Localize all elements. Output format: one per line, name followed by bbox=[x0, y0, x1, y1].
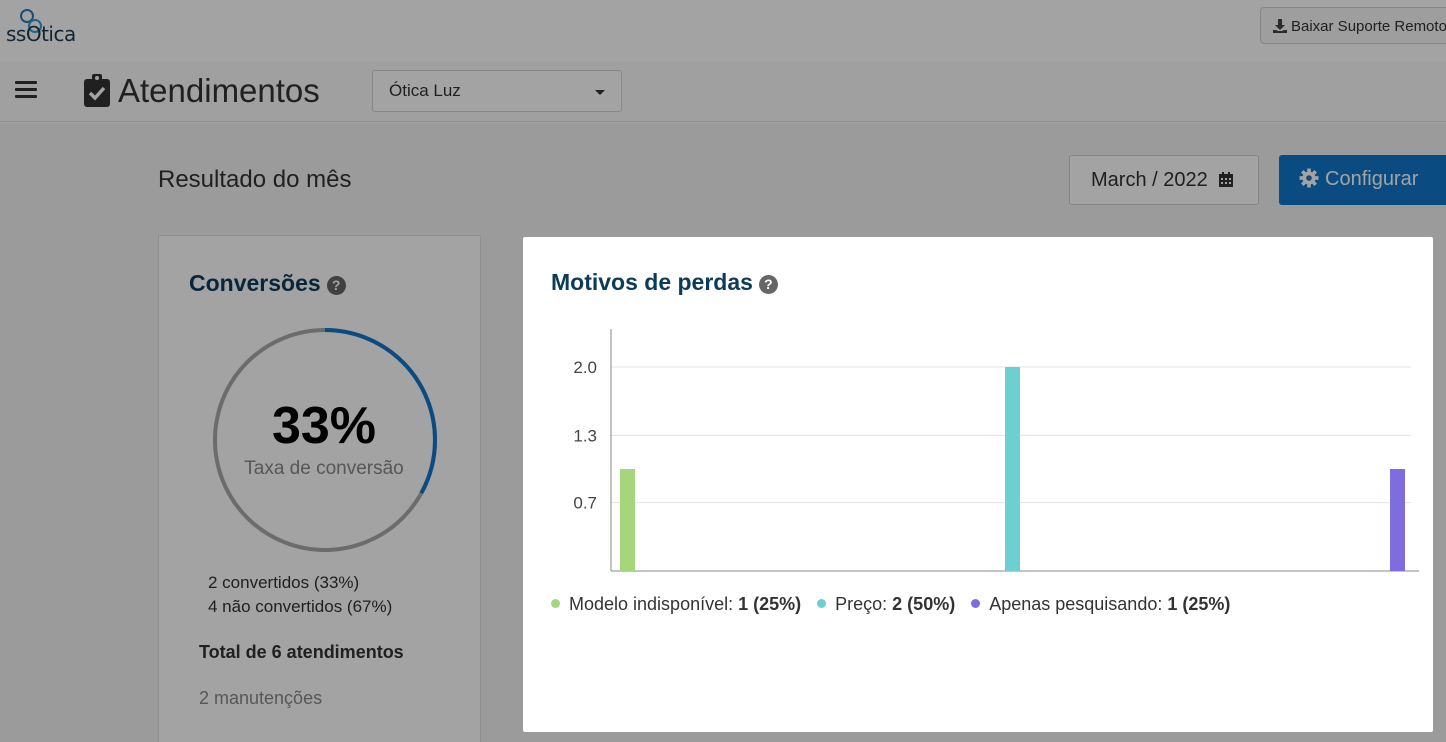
legend-label: Apenas pesquisando: bbox=[989, 594, 1168, 614]
legend-value: 1 (25%) bbox=[738, 594, 802, 614]
legend-label: Preço: bbox=[835, 594, 893, 614]
y-tick-label: 0.7 bbox=[573, 494, 597, 513]
legend-item[interactable]: Preço: 2 (50%) bbox=[817, 594, 955, 615]
legend-label: Modelo indisponível: bbox=[569, 594, 739, 614]
y-tick-label: 2.0 bbox=[573, 358, 597, 377]
bar-2 bbox=[1005, 367, 1020, 571]
chart-legend: Modelo indisponível: 1 (25%) Preço: 2 (50… bbox=[551, 594, 1246, 615]
bar-1 bbox=[620, 469, 635, 571]
legend-value: 2 (50%) bbox=[892, 594, 956, 614]
legend-dot-icon bbox=[817, 599, 827, 608]
legend-item[interactable]: Modelo indisponível: 1 (25%) bbox=[551, 594, 801, 615]
legend-dot-icon bbox=[551, 599, 560, 608]
y-tick-label: 1.3 bbox=[573, 426, 597, 445]
legend-item[interactable]: Apenas pesquisando: 1 (25%) bbox=[971, 594, 1230, 615]
legend-value: 1 (25%) bbox=[1167, 594, 1231, 614]
loss-reasons-chart: 2.0 1.3 0.7 bbox=[573, 329, 1419, 572]
legend-dot-icon bbox=[971, 599, 981, 608]
bar-3 bbox=[1390, 469, 1405, 571]
loss-reasons-card: Motivos de perdas? 2.0 1.3 0.7 Modelo indi… bbox=[523, 237, 1433, 732]
